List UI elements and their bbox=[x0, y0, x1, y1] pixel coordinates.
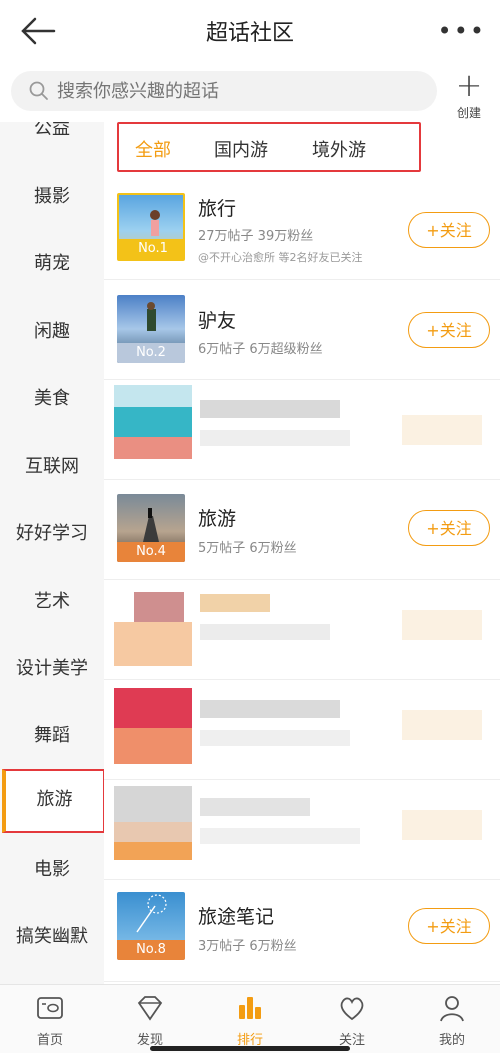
topic-stats: 6万帖子 6万超级粉丝 bbox=[198, 342, 323, 357]
list-item[interactable]: No.2 驴友 6万帖子 6万超级粉丝 +关注 bbox=[104, 280, 500, 380]
heart-icon bbox=[340, 997, 364, 1021]
pixelated-block bbox=[114, 622, 192, 666]
pixelated-block bbox=[200, 430, 350, 446]
rank-badge: No.2 bbox=[117, 343, 185, 363]
bottom-tab-bar: 首页 发现 排行 关注 我的 bbox=[0, 984, 500, 1053]
list-item[interactable]: No.1 旅行 27万帖子 39万粉丝 @不开心治愈所 等2名好友已关注 +关注 bbox=[104, 180, 500, 280]
top-header: 超话社区 ••• bbox=[0, 0, 500, 62]
diamond-icon bbox=[137, 996, 163, 1021]
pixelated-block bbox=[114, 385, 192, 407]
sidebar-item-food[interactable]: 美食 bbox=[0, 384, 104, 410]
blurred-list-item bbox=[104, 580, 500, 680]
tab-ranking[interactable]: 排行 bbox=[215, 993, 285, 1048]
hiker-image bbox=[147, 302, 156, 331]
pixelated-block bbox=[200, 730, 350, 746]
sidebar-item-gongyi[interactable]: 公益 bbox=[0, 122, 104, 140]
profile-icon bbox=[440, 996, 464, 1022]
topic-name: 驴友 bbox=[198, 310, 237, 332]
sidebar-item-dance[interactable]: 舞蹈 bbox=[0, 721, 104, 747]
tab-discover[interactable]: 发现 bbox=[115, 993, 185, 1048]
tab-following[interactable]: 关注 bbox=[317, 993, 387, 1048]
sidebar-item-leisure[interactable]: 闲趣 bbox=[0, 317, 104, 343]
pixelated-block bbox=[114, 786, 192, 822]
pixelated-block bbox=[200, 798, 310, 816]
topic-name: 旅游 bbox=[198, 508, 237, 530]
category-sidebar[interactable]: 公益 摄影 萌宠 闲趣 美食 互联网 好好学习 艺术 设计美学 舞蹈 旅游 电影… bbox=[0, 122, 104, 984]
pixelated-block bbox=[200, 594, 270, 612]
sidebar-item-photography[interactable]: 摄影 bbox=[0, 182, 104, 208]
friends-followed: @不开心治愈所 等2名好友已关注 bbox=[198, 251, 363, 264]
pixelated-block bbox=[402, 810, 482, 840]
sidebar-item-art[interactable]: 艺术 bbox=[0, 587, 104, 613]
sidebar-item-comedy[interactable]: 搞笑幽默 bbox=[0, 922, 104, 948]
pixelated-block bbox=[402, 610, 482, 640]
sidebar-item-design[interactable]: 设计美学 bbox=[0, 654, 104, 680]
rank-badge: No.4 bbox=[117, 542, 185, 562]
topic-thumbnail: No.8 bbox=[117, 892, 185, 960]
more-menu-icon[interactable]: ••• bbox=[438, 17, 486, 45]
follow-button[interactable]: +关注 bbox=[408, 510, 490, 546]
sidebar-item-travel[interactable]: 旅游 bbox=[2, 769, 104, 833]
page-title: 超话社区 bbox=[205, 21, 294, 46]
topic-name: 旅途笔记 bbox=[198, 906, 275, 928]
pixelated-block bbox=[114, 407, 192, 437]
topic-thumbnail: No.4 bbox=[117, 494, 185, 562]
tab-all[interactable]: 全部 bbox=[135, 136, 171, 162]
search-bar[interactable] bbox=[11, 71, 437, 111]
blurred-list-item bbox=[104, 380, 500, 480]
search-icon bbox=[29, 81, 48, 100]
blurred-list-item bbox=[104, 780, 500, 880]
pixelated-block bbox=[114, 822, 192, 842]
plus-icon: + bbox=[455, 66, 483, 104]
road-traveler-image bbox=[143, 508, 159, 542]
list-item[interactable]: No.8 旅途笔记 3万帖子 6万粉丝 +关注 bbox=[104, 882, 500, 982]
rank-badge: No.1 bbox=[119, 239, 183, 259]
follow-button[interactable]: +关注 bbox=[408, 312, 490, 348]
pixelated-block bbox=[402, 415, 482, 445]
home-icon bbox=[37, 997, 63, 1019]
tab-me[interactable]: 我的 bbox=[417, 993, 487, 1048]
sidebar-item-internet[interactable]: 互联网 bbox=[0, 452, 104, 478]
tab-label: 首页 bbox=[36, 1033, 63, 1048]
tab-domestic[interactable]: 国内游 bbox=[214, 136, 268, 162]
topic-stats: 3万帖子 6万粉丝 bbox=[198, 939, 297, 954]
pixelated-block bbox=[200, 624, 330, 640]
list-item[interactable]: No.4 旅游 5万帖子 6万粉丝 +关注 bbox=[104, 480, 500, 580]
sidebar-item-pets[interactable]: 萌宠 bbox=[0, 249, 104, 275]
pixelated-block bbox=[114, 437, 192, 459]
tab-home[interactable]: 首页 bbox=[15, 993, 85, 1048]
pixelated-block bbox=[114, 842, 192, 860]
tab-overseas[interactable]: 境外游 bbox=[312, 136, 366, 162]
pixelated-block bbox=[114, 688, 192, 728]
ranking-bars-icon bbox=[239, 997, 261, 1019]
search-input[interactable] bbox=[57, 71, 427, 111]
sidebar-item-study[interactable]: 好好学习 bbox=[0, 519, 104, 545]
pixelated-block bbox=[114, 728, 192, 764]
create-button[interactable]: + 创建 bbox=[448, 66, 490, 120]
sidebar-item-movies[interactable]: 电影 bbox=[0, 855, 104, 881]
topic-stats: 5万帖子 6万粉丝 bbox=[198, 541, 297, 556]
pixelated-block bbox=[200, 828, 360, 844]
traveler-image bbox=[150, 210, 160, 236]
topic-stats: 27万帖子 39万粉丝 bbox=[198, 229, 314, 244]
home-indicator[interactable] bbox=[150, 1046, 350, 1051]
topic-thumbnail: No.1 bbox=[117, 193, 185, 261]
follow-button[interactable]: +关注 bbox=[408, 908, 490, 944]
rank-badge: No.8 bbox=[117, 940, 185, 960]
tab-label: 我的 bbox=[438, 1033, 465, 1048]
topic-name: 旅行 bbox=[198, 198, 237, 220]
create-label: 创建 bbox=[456, 106, 481, 120]
pixelated-block bbox=[200, 400, 340, 418]
follow-button[interactable]: +关注 bbox=[408, 212, 490, 248]
pixelated-block bbox=[134, 592, 184, 622]
pixelated-block bbox=[200, 700, 340, 718]
filter-tabs: 全部 国内游 境外游 bbox=[117, 122, 421, 172]
dandelion-image bbox=[136, 894, 167, 933]
blurred-list-item bbox=[104, 680, 500, 780]
topic-thumbnail: No.2 bbox=[117, 295, 185, 363]
pixelated-block bbox=[402, 710, 482, 740]
